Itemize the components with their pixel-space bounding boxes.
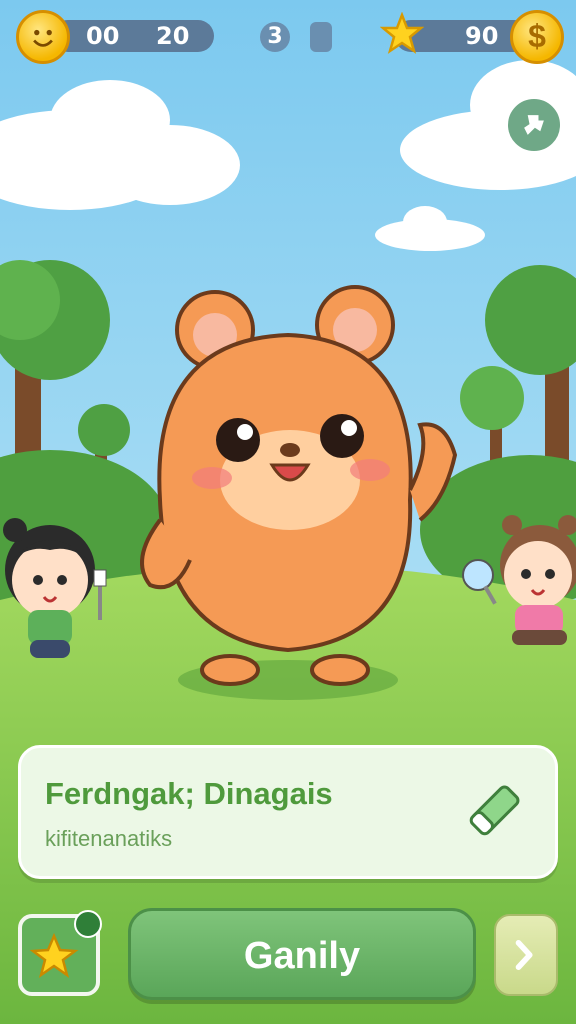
pet-name-subtitle: kifitenanatiks — [45, 826, 173, 851]
level-indicator: 3 — [260, 22, 290, 52]
edit-pencil-icon — [469, 785, 520, 836]
star-icon — [379, 11, 425, 56]
dollar-coin-icon: $ — [510, 10, 564, 64]
coin-counter: 00 20 — [52, 20, 214, 52]
smiley-coin-icon — [16, 10, 70, 64]
main-action-button[interactable]: Ganily — [128, 908, 476, 1000]
main-action-label: Ganily — [243, 935, 361, 977]
favorite-button[interactable] — [18, 910, 102, 996]
level-bar — [310, 22, 332, 52]
star-count: 90 — [465, 22, 499, 50]
level-number: 3 — [267, 24, 283, 49]
favorite-badge — [74, 910, 102, 938]
settings-button[interactable] — [505, 96, 563, 154]
coin-count-right: 20 — [156, 22, 190, 50]
pet-name-title: Ferdngak; Dinagais — [45, 776, 333, 811]
edit-name-button[interactable] — [461, 774, 531, 844]
next-button[interactable] — [494, 914, 558, 996]
settings-icon — [524, 115, 544, 135]
pet-name-card: Ferdngak; Dinagais kifitenanatiks — [18, 745, 558, 879]
coin-count-left: 00 — [86, 22, 120, 50]
chevron-right-icon — [515, 940, 533, 970]
